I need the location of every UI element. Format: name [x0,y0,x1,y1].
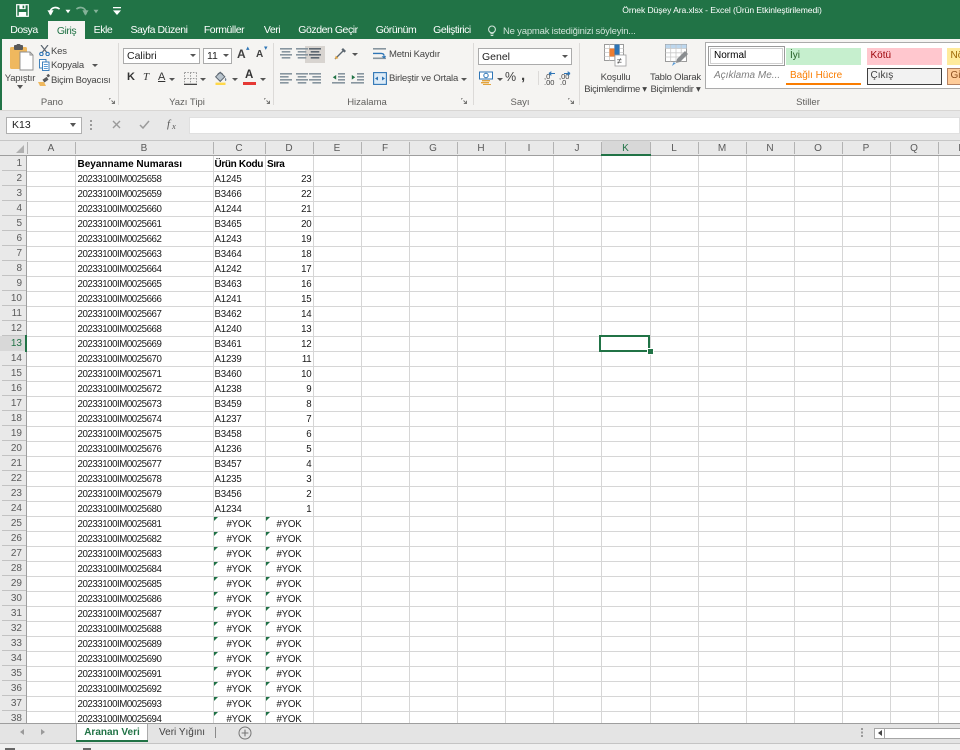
svg-text:,00: ,00 [544,78,554,85]
svg-text:,0: ,0 [560,78,566,85]
svg-text:≠: ≠ [617,56,622,66]
